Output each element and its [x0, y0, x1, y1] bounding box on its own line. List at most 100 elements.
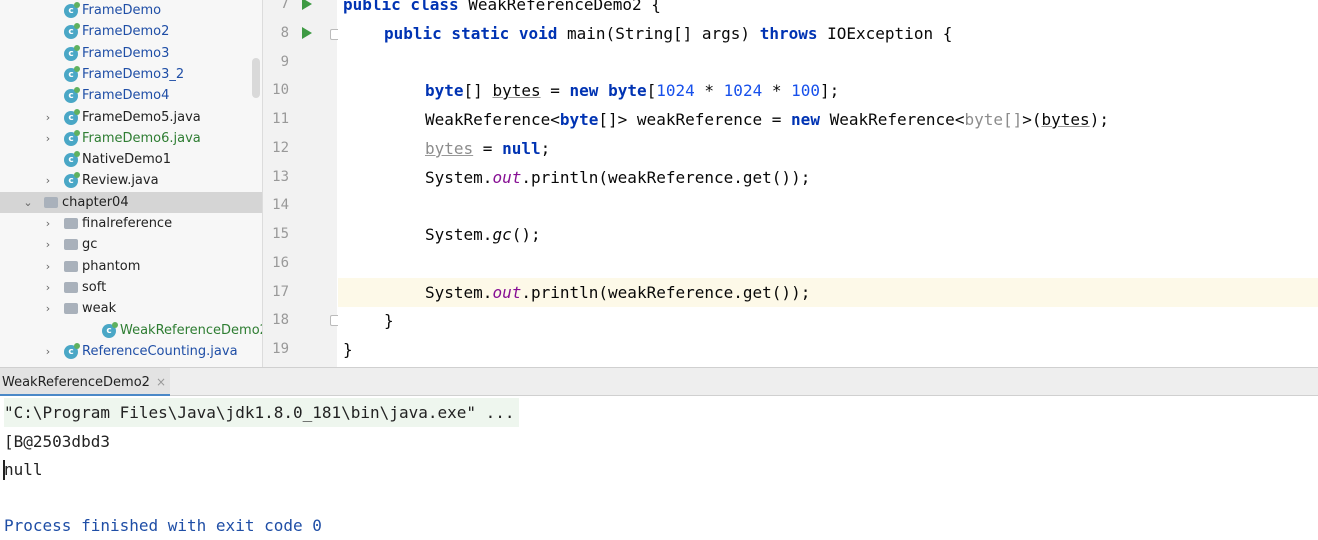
tree-item-label: WeakReferenceDemo2 — [120, 322, 263, 338]
console-process-finished: Process finished with exit code 0 — [4, 516, 322, 535]
chevron-right-icon[interactable]: › — [42, 128, 54, 149]
chevron-down-icon[interactable]: ⌄ — [22, 192, 34, 213]
chevron-right-icon[interactable]: › — [42, 107, 54, 128]
tree-item-label: FrameDemo — [82, 3, 162, 18]
chevron-right-icon[interactable]: › — [42, 277, 54, 298]
keyword: null — [502, 139, 541, 158]
code-text: System. — [425, 283, 493, 302]
tree-item[interactable]: c FrameDemo3 — [0, 43, 262, 64]
folder-icon — [64, 303, 78, 315]
code-text: (); — [511, 225, 541, 244]
text-cursor — [3, 460, 5, 480]
tree-item[interactable]: › weak — [0, 298, 262, 319]
code-line-19[interactable]: } — [343, 335, 353, 364]
chevron-right-icon[interactable]: › — [42, 234, 54, 255]
code-text: WeakReferenceDemo2 { — [458, 0, 661, 14]
tree-item[interactable]: › soft — [0, 277, 262, 298]
static-field: out — [492, 168, 522, 187]
tree-item[interactable]: › c ReferenceCounting.java — [0, 341, 262, 362]
code-line-15[interactable]: System.gc(); — [425, 220, 541, 249]
line-number: 10 — [272, 82, 289, 99]
keyword: new — [569, 81, 599, 100]
code-line-7[interactable]: public class WeakReferenceDemo2 { — [343, 0, 661, 19]
code-text: * — [762, 81, 792, 100]
tree-item[interactable]: c FrameDemo — [0, 0, 262, 21]
run-tool-window-tabs: WeakReferenceDemo2 × — [0, 367, 1318, 396]
run-main-icon[interactable] — [302, 27, 312, 39]
code-text: main(String[] args) — [557, 24, 760, 43]
tree-item[interactable]: ⌄ chapter04 — [0, 191, 262, 213]
type-hint: byte[] — [964, 110, 1023, 129]
code-text: System. — [425, 168, 493, 187]
code-line-13[interactable]: System.out.println(weakReference.get()); — [425, 163, 810, 192]
code-line-11[interactable]: WeakReference<byte[]> weakReference = ne… — [425, 105, 1109, 134]
tree-item-label: FrameDemo5.java — [82, 109, 201, 125]
chevron-right-icon[interactable]: › — [42, 213, 54, 234]
java-class-icon: c — [64, 23, 80, 40]
chevron-right-icon[interactable]: › — [42, 298, 54, 319]
number-literal: 100 — [791, 81, 821, 100]
tree-item-label: phantom — [82, 258, 141, 274]
tree-item[interactable]: › phantom — [0, 256, 262, 277]
tree-item-label: FrameDemo3_2 — [82, 66, 185, 82]
folder-icon — [64, 239, 78, 251]
tree-item[interactable]: c FrameDemo2 — [0, 21, 262, 42]
java-class-icon: c — [64, 44, 80, 61]
java-class-icon: c — [64, 151, 80, 168]
keyword: byte — [425, 81, 464, 100]
folder-icon — [64, 260, 78, 272]
tree-item[interactable]: c NativeDemo1 — [0, 149, 262, 170]
close-icon[interactable]: × — [156, 375, 166, 389]
java-class-icon: c — [64, 342, 80, 359]
code-line-17[interactable]: System.out.println(weakReference.get()); — [425, 278, 810, 307]
code-text: [] — [463, 81, 493, 100]
folder-icon — [64, 218, 78, 229]
project-tree[interactable]: c FrameDemo c FrameDemo2 c FrameDemo3 c FrameDe… — [0, 0, 263, 367]
tree-item[interactable]: c FrameDemo3_2 — [0, 64, 262, 85]
java-class-icon: c — [64, 65, 80, 82]
code-line-10[interactable]: byte[] bytes = new byte[1024 * 1024 * 10… — [425, 76, 839, 105]
tree-item[interactable]: › gc — [0, 234, 262, 255]
code-text: WeakReference< — [819, 110, 965, 129]
run-tab-label: WeakReferenceDemo2 — [2, 375, 150, 390]
tree-item[interactable]: › finalreference — [0, 213, 262, 234]
chevron-right-icon[interactable]: › — [42, 341, 54, 362]
code-text: .println(weakReference.get()); — [521, 168, 811, 187]
tree-item-label: FrameDemo2 — [82, 24, 170, 40]
code-text: } — [384, 311, 394, 330]
code-text: WeakReference< — [425, 110, 560, 129]
line-number: 16 — [272, 254, 289, 271]
code-text: []> weakReference = — [598, 110, 792, 129]
line-number: 12 — [272, 139, 289, 156]
code-line-8[interactable]: public static void main(String[] args) t… — [384, 19, 952, 48]
code-text: ; — [540, 139, 551, 158]
chevron-right-icon[interactable]: › — [42, 256, 54, 277]
tree-item[interactable]: c WeakReferenceDemo2 — [0, 320, 262, 341]
line-number: 18 — [272, 312, 289, 329]
number-literal: 1024 — [723, 81, 763, 100]
variable: bytes — [425, 139, 474, 158]
tree-item[interactable]: › c FrameDemo6.java — [0, 128, 262, 149]
tree-item-label: soft — [82, 279, 107, 295]
code-line-18[interactable]: } — [384, 306, 394, 335]
code-text: ); — [1089, 110, 1109, 129]
code-line-12[interactable]: bytes = null; — [425, 134, 550, 163]
java-class-icon: c — [64, 87, 80, 104]
line-number: 15 — [272, 226, 289, 242]
chevron-right-icon[interactable]: › — [42, 170, 54, 191]
code-text: IOException { — [817, 24, 953, 43]
code-text: } — [343, 340, 353, 359]
line-number: 19 — [272, 341, 289, 357]
tree-item[interactable]: › c Review.java — [0, 170, 262, 191]
java-class-icon: c — [64, 2, 80, 18]
folder-icon — [44, 196, 58, 208]
console-command-line[interactable]: "C:\Program Files\Java\jdk1.8.0_181\bin\… — [4, 398, 519, 427]
run-class-icon[interactable] — [302, 0, 312, 10]
keyword: new — [791, 110, 820, 129]
tree-item-label: FrameDemo3 — [82, 45, 170, 61]
java-class-icon: c — [102, 321, 118, 338]
tree-item[interactable]: › c FrameDemo5.java — [0, 107, 262, 128]
run-tab-weakreferencedemo2[interactable]: WeakReferenceDemo2 × — [0, 368, 171, 396]
tree-item[interactable]: c FrameDemo4 — [0, 85, 262, 106]
tree-item-label: ReferenceCounting.java — [82, 343, 238, 359]
